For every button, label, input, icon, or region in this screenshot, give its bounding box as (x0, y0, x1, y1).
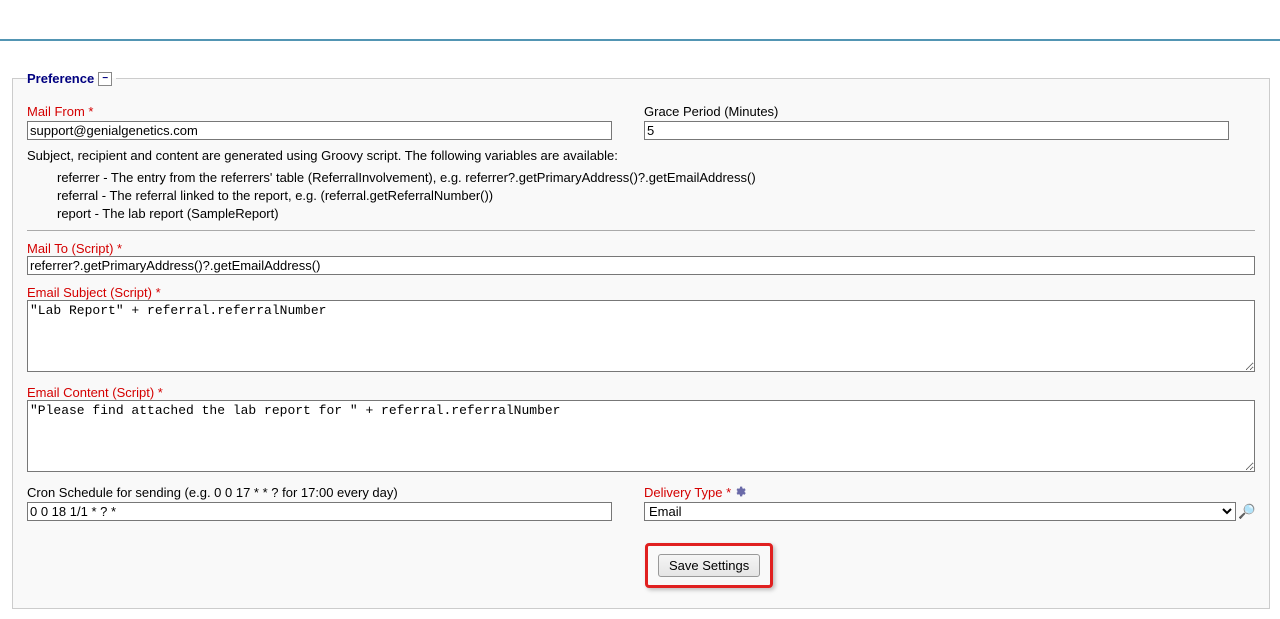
input-mail-to[interactable] (27, 256, 1255, 275)
col-cron: Cron Schedule for sending (e.g. 0 0 17 *… (27, 485, 612, 521)
input-grace-period[interactable] (644, 121, 1229, 140)
textarea-email-content[interactable]: "Please find attached the lab report for… (27, 400, 1255, 472)
col-mail-from: Mail From * (27, 104, 612, 140)
help-intro: Subject, recipient and content are gener… (27, 148, 1255, 163)
gear-icon[interactable] (733, 485, 746, 501)
input-mail-from[interactable] (27, 121, 612, 140)
label-mail-from: Mail From * (27, 104, 612, 119)
label-grace-period: Grace Period (Minutes) (644, 104, 1255, 119)
search-icon[interactable]: 🔍 (1238, 503, 1255, 520)
col-delivery-type: Delivery Type * Email 🔍 (644, 485, 1255, 521)
col-grace-period: Grace Period (Minutes) (644, 104, 1255, 140)
textarea-email-subject[interactable]: "Lab Report" + referral.referralNumber (27, 300, 1255, 372)
row-cron-delivery: Cron Schedule for sending (e.g. 0 0 17 *… (27, 485, 1255, 521)
help-var-line: referrer - The entry from the referrers'… (57, 169, 1255, 187)
row-mailfrom-grace: Mail From * Grace Period (Minutes) (27, 104, 1255, 140)
help-var-line: referral - The referral linked to the re… (57, 187, 1255, 205)
separator (27, 230, 1255, 231)
save-settings-button[interactable]: Save Settings (658, 554, 760, 577)
help-vars: referrer - The entry from the referrers'… (57, 169, 1255, 224)
label-cron: Cron Schedule for sending (e.g. 0 0 17 *… (27, 485, 612, 500)
label-delivery-type: Delivery Type * (644, 485, 731, 500)
top-border (0, 0, 1280, 41)
save-highlight: Save Settings (645, 543, 773, 588)
label-mail-to: Mail To (Script) * (27, 241, 122, 256)
row-email-subject: Email Subject (Script) * "Lab Report" + … (27, 285, 1255, 375)
legend-title: Preference (27, 71, 94, 86)
help-var-line: report - The lab report (SampleReport) (57, 205, 1255, 223)
input-cron[interactable] (27, 502, 612, 521)
label-email-content: Email Content (Script) * (27, 385, 163, 400)
preference-legend: Preference − (27, 71, 116, 86)
row-email-content: Email Content (Script) * "Please find at… (27, 385, 1255, 475)
row-mail-to: Mail To (Script) * (27, 241, 1255, 275)
collapse-toggle[interactable]: − (98, 72, 112, 86)
preference-fieldset: Preference − Mail From * Grace Period (M… (12, 71, 1270, 609)
select-delivery-type[interactable]: Email (644, 502, 1236, 521)
label-email-subject: Email Subject (Script) * (27, 285, 161, 300)
page-body: Preference − Mail From * Grace Period (M… (0, 41, 1280, 619)
